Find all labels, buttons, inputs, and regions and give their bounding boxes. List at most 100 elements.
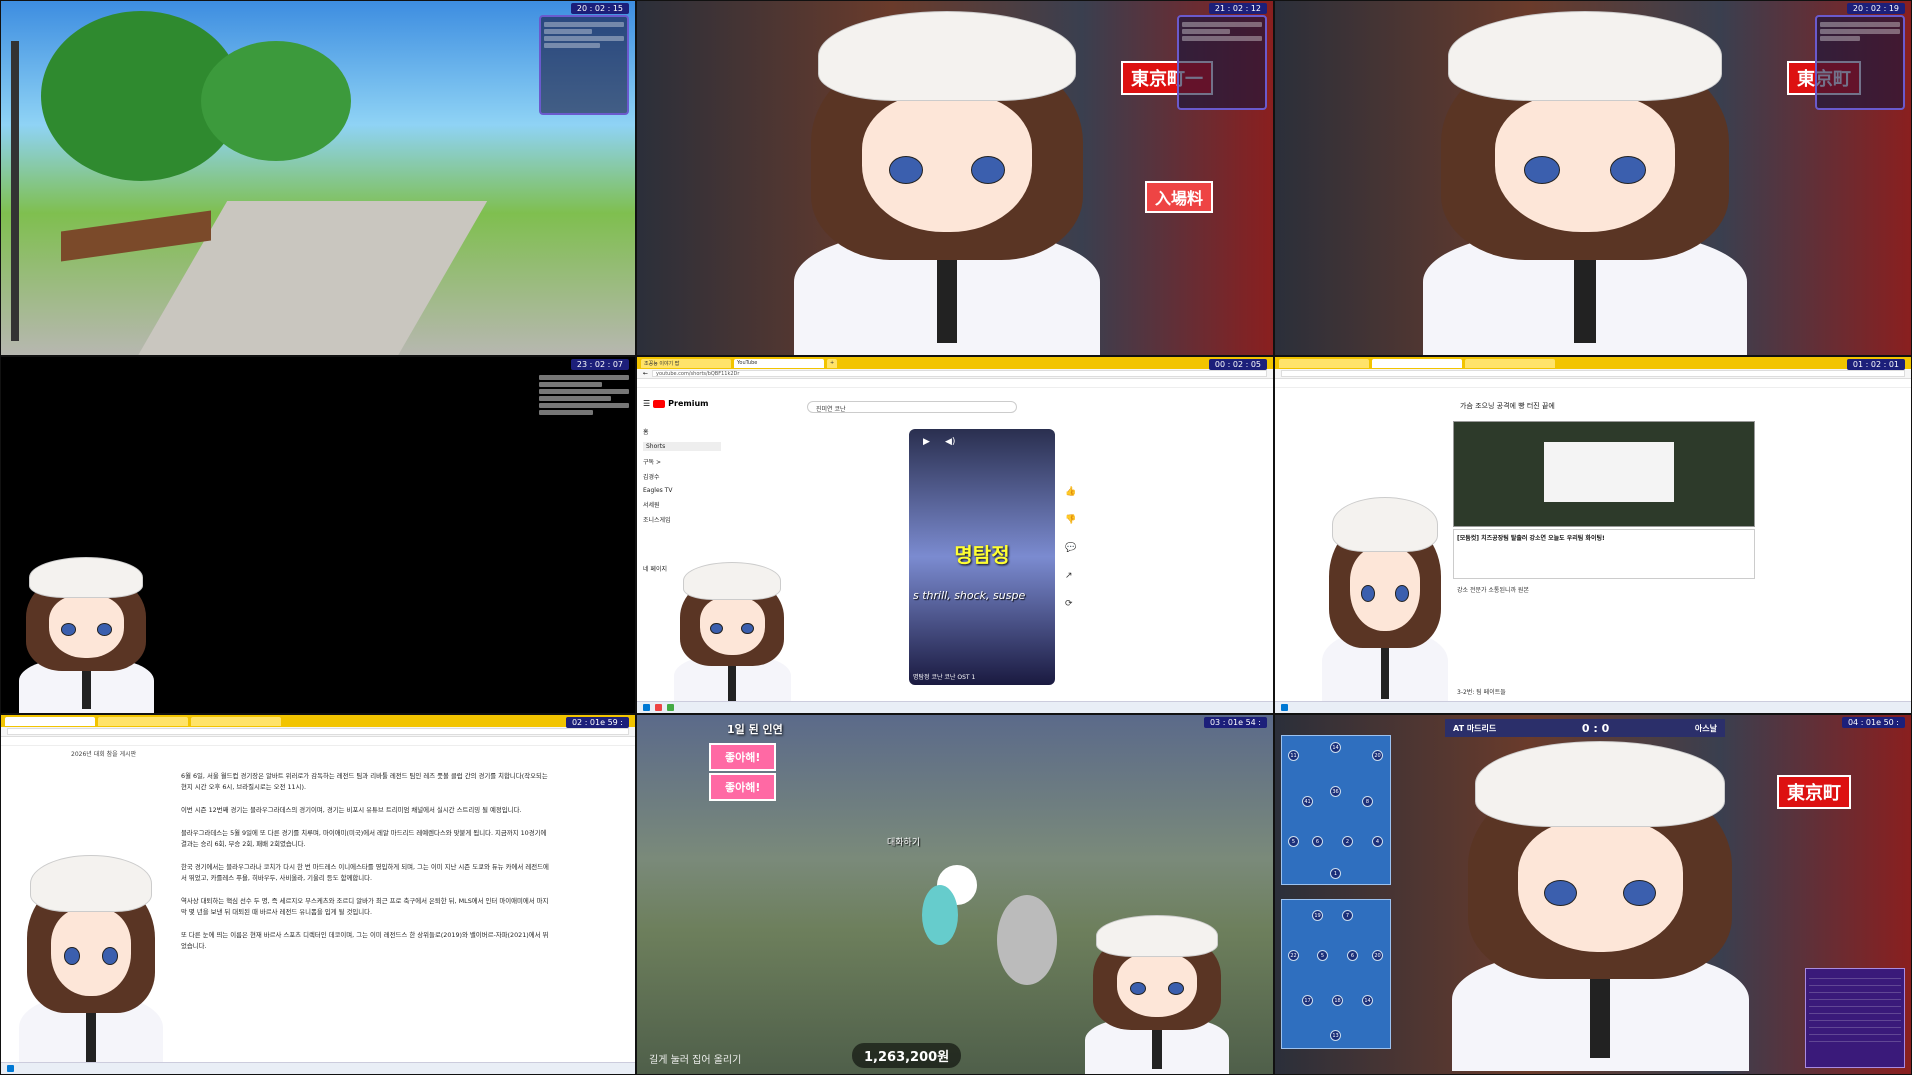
vtuber-avatar: [11, 557, 161, 713]
football-panel: 東京町 11 14 20 41 36 8 56 24 1 19 7 22 5 6 20 17…: [1274, 714, 1912, 1075]
article-paragraph: 또 다른 눈에 띄는 이름은 현재 바르사 스포츠 디렉터인 데코이며, 그는 …: [181, 931, 549, 950]
article-paragraph: 이번 시즌 12번째 경기는 블라우그라데스의 경기이며, 경기는 비포시 유튜…: [181, 806, 522, 814]
black-screen-panel: 23 : 02 : 07: [0, 356, 636, 714]
article-body: 6월 6일, 서울 월드컵 경기장은 알바트 위러로가 감독하는 레전드 팀과 …: [181, 771, 551, 964]
address-bar: ← youtube.com/shorts/bQBF11k2Dr: [637, 369, 1273, 379]
browser-tab[interactable]: [1279, 358, 1369, 368]
sidebar-item-subscriptions[interactable]: 구독 >: [643, 457, 721, 466]
vtuber-avatar: [1435, 741, 1765, 1071]
app-icon[interactable]: [655, 704, 662, 711]
avatar-city-panel: 東京町 20 : 02 : 19: [1274, 0, 1912, 356]
url-field[interactable]: [1281, 370, 1905, 377]
dislike-icon[interactable]: 👎: [1065, 515, 1076, 525]
shorts-actions: 👍 👎 💬 ↗ ⟳: [1065, 487, 1076, 609]
article-paragraph: 역사상 대퇴하는 핵심 선수 두 명, 즉 세르지오 부스케츠와 조르디 알바가…: [181, 897, 549, 916]
clock-badge: 21 : 02 : 12: [1208, 3, 1267, 14]
remix-icon[interactable]: ⟳: [1065, 599, 1076, 609]
vtuber-avatar: [11, 855, 171, 1074]
vtuber-avatar: [777, 11, 1117, 355]
address-bar: [1, 727, 635, 737]
tree: [201, 41, 351, 161]
url-field[interactable]: [7, 728, 629, 735]
multi-stream-grid: 20 : 02 : 15 東京町一 入場料 21 : 02 : 12 東京町 2…: [0, 0, 1912, 1075]
vtuber-avatar: [1077, 915, 1237, 1074]
url-field[interactable]: youtube.com/shorts/bQBF11k2Dr: [652, 370, 1267, 377]
browser-tab[interactable]: YouTube: [734, 358, 824, 368]
browser-tab[interactable]: [191, 716, 281, 726]
neon-sign: 入場料: [1144, 181, 1213, 213]
taskbar: [637, 701, 1273, 713]
video-title-overlay: 명탐정: [954, 543, 1010, 567]
sidebar-item-channel[interactable]: Eagles TV: [643, 487, 721, 494]
start-icon[interactable]: [643, 704, 650, 711]
browser-tab[interactable]: 조꽁뇽 이야기 팝: [641, 358, 731, 368]
game-panel: 1일 된 인연 좋아해! 좋아해! 대화하기 길게 눌러 집어 올리기 1,26…: [636, 714, 1274, 1075]
chat-overlay: [539, 373, 629, 417]
search-input[interactable]: 진미연 코난: [807, 401, 1017, 413]
sidebar-item-shorts[interactable]: Shorts: [643, 442, 721, 451]
lamp-post: [11, 41, 19, 341]
like-icon[interactable]: 👍: [1065, 487, 1076, 497]
game-character[interactable]: [922, 885, 958, 945]
lineup-pitch-away: 19 7 22 5 6 20 17 18 14 13: [1281, 899, 1391, 1049]
start-icon[interactable]: [7, 1065, 14, 1072]
game-hint: 길게 눌러 집어 올리기: [649, 1055, 742, 1066]
video-caption: 명탐정 코난 코난 OST 1: [913, 674, 976, 681]
browser-tab[interactable]: [1465, 358, 1555, 368]
post-heading: 가슴 조으닝 공격에 빵 터진 끝에: [1460, 402, 1555, 410]
clock-badge: 00 : 02 : 05: [1208, 359, 1267, 370]
vtuber-avatar: [667, 562, 797, 707]
away-team: 아스날: [1694, 723, 1717, 733]
volume-icon[interactable]: ◀): [945, 437, 955, 447]
comment-icon[interactable]: 💬: [1065, 543, 1076, 553]
app-icon[interactable]: [667, 704, 674, 711]
browser-tab[interactable]: [5, 716, 95, 726]
sidebar-item-home[interactable]: 홈: [643, 427, 721, 436]
chat-overlay: [1177, 15, 1267, 110]
sidebar-item-channel[interactable]: 조니스게임: [643, 515, 721, 524]
share-icon[interactable]: ↗: [1065, 571, 1076, 581]
play-icon[interactable]: ▶: [923, 437, 930, 447]
article-paragraph: 블라우그라데스는 5월 9일에 또 다른 경기를 치루며, 마이애미(미국)에서…: [181, 829, 547, 848]
browser-tab[interactable]: [98, 716, 188, 726]
sidebar-item-channel[interactable]: 김경수: [643, 472, 721, 481]
neon-sign: 東京町: [1777, 775, 1851, 809]
clock-badge: 20 : 02 : 19: [1846, 3, 1905, 14]
shorts-video[interactable]: ▶ ◀) 명탐정 s thrill, shock, suspe 명탐정 코난 코…: [909, 429, 1055, 685]
vtuber-avatar: [1315, 497, 1455, 707]
avatar-city-panel: 東京町一 入場料 21 : 02 : 12: [636, 0, 1274, 356]
menu-icon[interactable]: ☰: [643, 399, 650, 408]
like-button[interactable]: 좋아해!: [709, 773, 777, 801]
youtube-logo[interactable]: ☰ Premium: [643, 399, 709, 408]
back-icon[interactable]: ←: [643, 370, 648, 377]
new-tab-button[interactable]: +: [827, 358, 837, 368]
article-paragraph: 한국 경기에서는 블라우그라나 코치가 다시 한 번 마드레스 이니에스타를 영…: [181, 863, 549, 882]
taskbar: [1275, 701, 1911, 713]
article-browser-panel: 2026년 대회 참을 게시판 6월 6일, 서울 월드컵 경기장은 알바트 위…: [0, 714, 636, 1075]
park-bench: [61, 210, 211, 262]
chat-overlay: [1815, 15, 1905, 110]
clock-badge: 02 : 01e 59 :: [565, 717, 629, 728]
like-button[interactable]: 좋아해!: [709, 743, 777, 771]
video-info-card[interactable]: [모둠컷] 치즈공장팀 탈출러 강소연 오늘도 우리팀 화이팅!: [1453, 529, 1755, 579]
video-subtitle: s thrill, shock, suspe: [913, 589, 1026, 602]
taskbar: [1, 1062, 635, 1074]
board-name[interactable]: 2026년 대회 참을 게시판: [71, 749, 136, 758]
address-bar: [1275, 369, 1911, 379]
post-text: 강소 전문가 소통된니까 원본: [1457, 587, 1529, 594]
browser-tab[interactable]: [1372, 358, 1462, 368]
youtube-play-icon: [653, 399, 666, 408]
bookmarks-bar: [637, 379, 1273, 388]
bookmarks-bar: [1275, 379, 1911, 388]
tab-bar: [1275, 357, 1911, 369]
post-text: 3-2번: 팀 페이트들: [1457, 689, 1506, 696]
clock-badge: 01 : 02 : 01: [1846, 359, 1905, 370]
game-character[interactable]: [997, 895, 1057, 985]
cafe-browser-panel: 가슴 조으닝 공격에 빵 터진 끝에 [모둠컷] 치즈공장팀 탈출러 강소연 오…: [1274, 356, 1912, 714]
talk-button[interactable]: 대화하기: [887, 835, 920, 848]
bookmarks-bar: [1, 737, 635, 746]
tab-bar: [1, 715, 635, 727]
park-scene-panel: 20 : 02 : 15: [0, 0, 636, 356]
start-icon[interactable]: [1281, 704, 1288, 711]
sidebar-item-channel[interactable]: 서세원: [643, 500, 721, 509]
